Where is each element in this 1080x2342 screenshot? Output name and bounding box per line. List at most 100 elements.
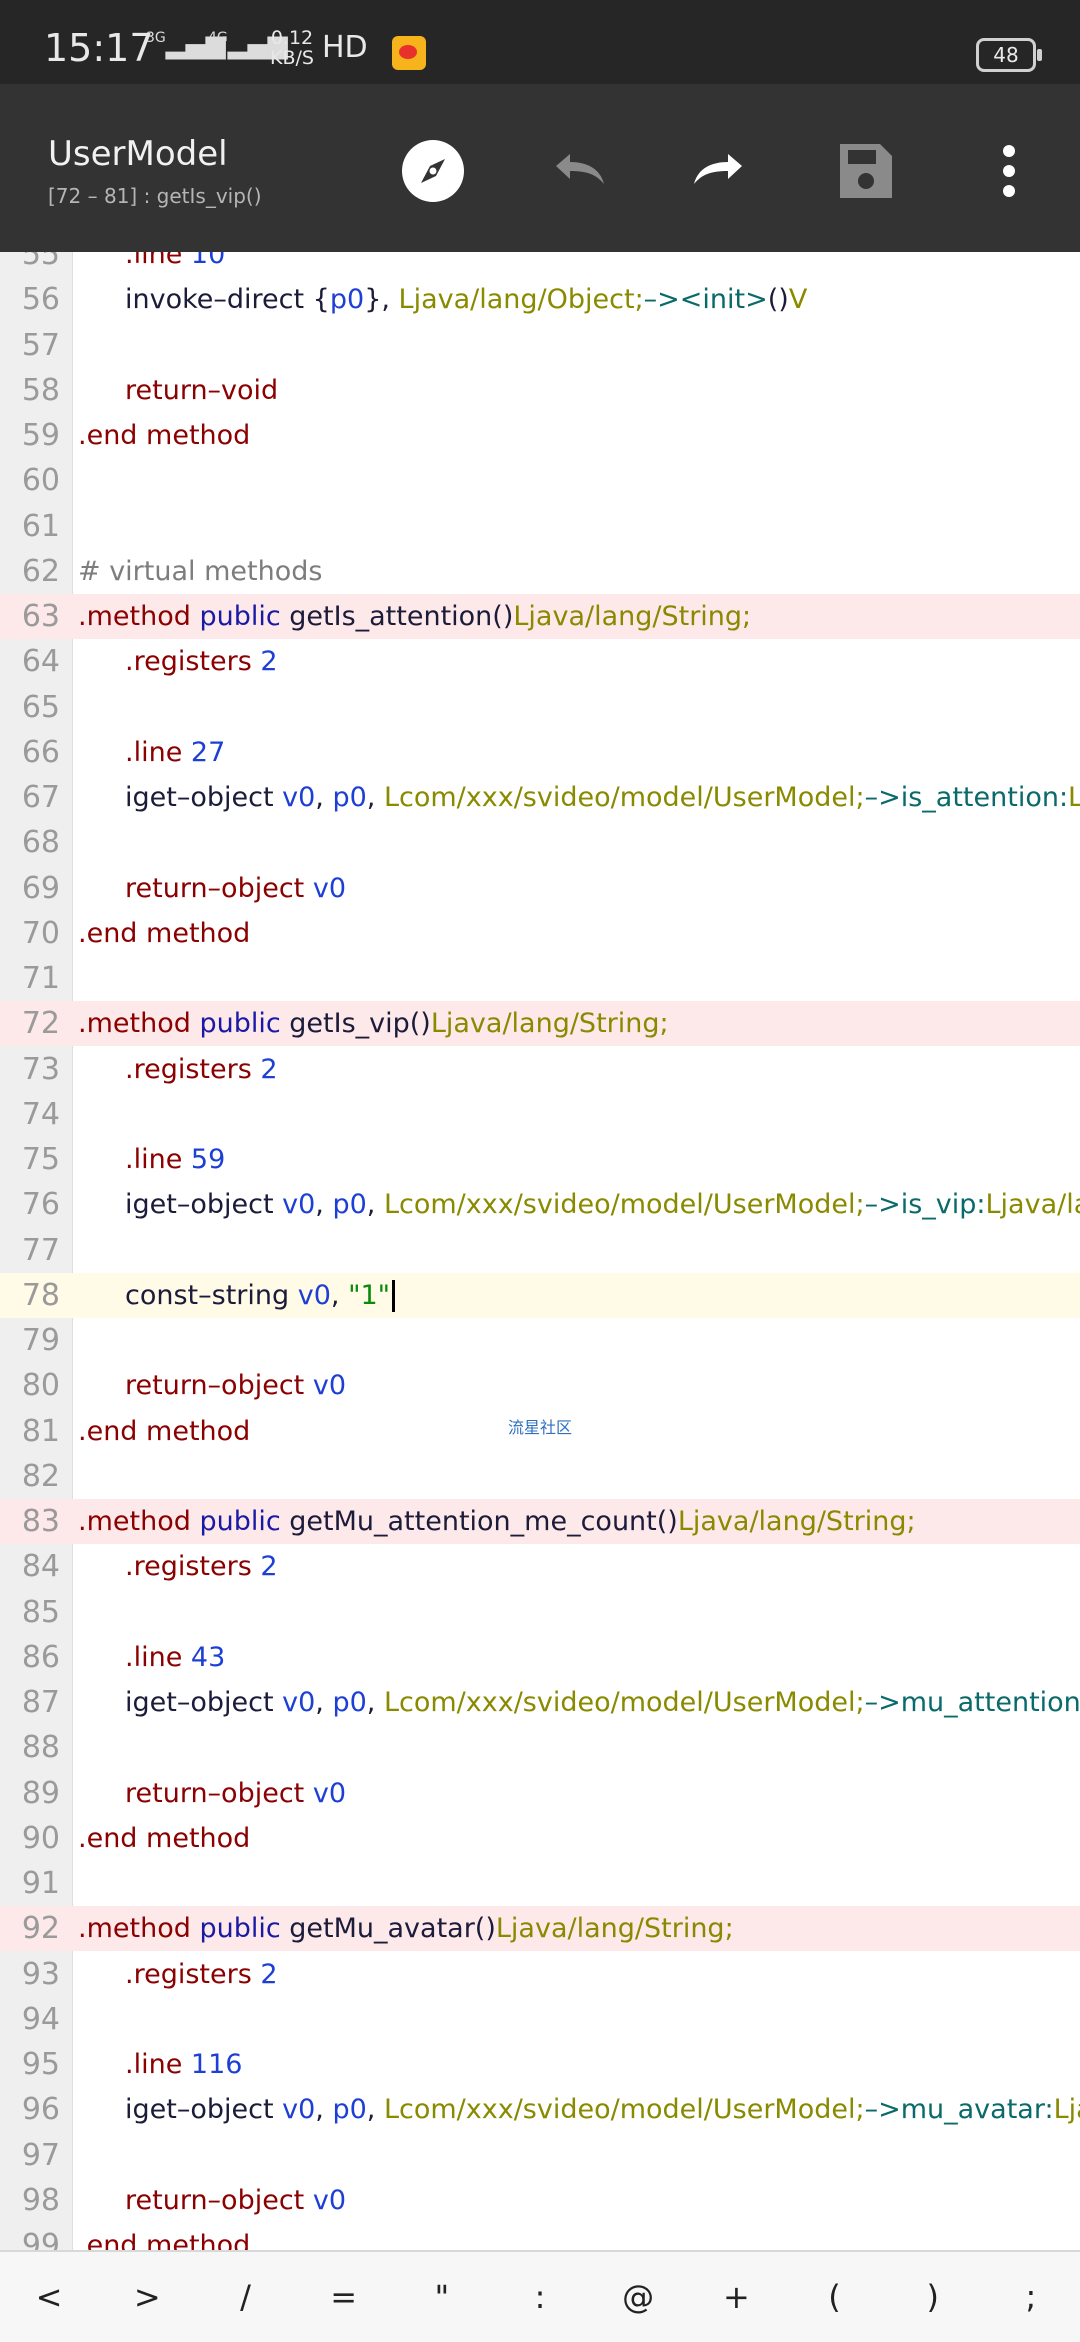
code-line[interactable]: 63 .method public getIs_attention()Ljava/… [0, 594, 1080, 639]
code-token: () [767, 284, 789, 316]
code-line[interactable]: 59 .end method [0, 413, 1080, 458]
code-token: iget–object [125, 2094, 283, 2126]
code-line[interactable]: 75 .line 59 [0, 1137, 1080, 1182]
code-line[interactable]: 83 .method public getMu_attention_me_coun… [0, 1499, 1080, 1544]
code-token: return–void [125, 374, 279, 406]
code-token: getMu_attention_me_count() [289, 1506, 678, 1537]
code-line[interactable]: 67 iget–object v0, p0, Lcom/xxx/svideo/mo… [0, 775, 1080, 820]
code-token: getIs_attention() [289, 601, 514, 632]
code-line[interactable]: 70 .end method [0, 911, 1080, 956]
code-text: iget–object v0, p0, Lcom/xxx/svideo/mode… [125, 775, 1080, 820]
code-line[interactable]: 60 [0, 458, 1080, 503]
code-line[interactable]: 79 [0, 1318, 1080, 1363]
symbol-key[interactable]: / [199, 2252, 291, 2342]
line-number: 61 [21, 508, 60, 544]
code-line[interactable]: 85 [0, 1590, 1080, 1635]
save-button[interactable] [830, 136, 900, 206]
code-line[interactable]: 58 return–void [0, 368, 1080, 413]
code-line[interactable]: 64 .registers 2 [0, 639, 1080, 684]
code-token: p0 [332, 2094, 367, 2126]
code-text: .method public getMu_attention_me_count(… [78, 1499, 916, 1544]
code-token: , [315, 782, 333, 813]
code-line[interactable]: 89 return–object v0 [0, 1771, 1080, 1816]
code-line[interactable]: 95 .line 116 [0, 2042, 1080, 2087]
symbol-key[interactable]: < [3, 2252, 95, 2342]
symbol-key[interactable]: ( [789, 2252, 881, 2342]
line-number: 73 [21, 1051, 60, 1087]
code-token: v0 [312, 1370, 347, 1402]
code-token: Lcom/xxx/svideo/model/UserModel; [383, 1189, 865, 1221]
code-token: Ljava/lang/String; [985, 1189, 1080, 1221]
symbol-key[interactable]: + [690, 2252, 782, 2342]
symbol-key[interactable]: = [298, 2252, 390, 2342]
code-line[interactable]: 62 # virtual methods [0, 549, 1080, 594]
code-token: Ljava/lang/String; [677, 1506, 916, 1537]
code-line[interactable]: 74 [0, 1092, 1080, 1137]
code-line[interactable]: 97 [0, 2133, 1080, 2178]
code-line[interactable]: 56 invoke–direct {p0}, Ljava/lang/Object;… [0, 277, 1080, 322]
code-line[interactable]: 98 return–object v0 [0, 2178, 1080, 2223]
line-number: 65 [21, 689, 60, 725]
code-line[interactable]: 65 [0, 685, 1080, 730]
line-number: 83 [21, 1504, 60, 1539]
code-line[interactable]: 84 .registers 2 [0, 1544, 1080, 1589]
code-line[interactable]: 96 iget–object v0, p0, Lcom/xxx/svideo/mo… [0, 2087, 1080, 2132]
code-editor[interactable]: 55 .line 10 56 invoke–direct {p0}, Ljava/la… [0, 252, 1080, 2250]
code-token: # virtual methods [78, 555, 323, 587]
code-line[interactable]: 72 .method public getIs_vip()Ljava/lang/S… [0, 1001, 1080, 1047]
navigate-button[interactable] [398, 136, 468, 206]
code-line[interactable]: 55 .line 10 [0, 252, 1080, 277]
code-line[interactable]: 88 [0, 1725, 1080, 1770]
code-line[interactable]: 66 .line 27 [0, 730, 1080, 775]
code-line[interactable]: 93 .registers 2 [0, 1952, 1080, 1997]
code-line[interactable]: 78 const–string v0, "1" [0, 1272, 1080, 1318]
code-token: .line [125, 1641, 191, 1673]
code-token: Ljava/lang/Object; [398, 284, 644, 316]
code-line[interactable]: 87 iget–object v0, p0, Lcom/xxx/svideo/mo… [0, 1680, 1080, 1725]
file-title: UserModel [48, 134, 228, 174]
code-line[interactable]: 69 return–object v0 [0, 866, 1080, 911]
code-line[interactable]: 77 [0, 1228, 1080, 1273]
code-token: v0 [297, 1279, 331, 1311]
line-number: 60 [21, 463, 60, 499]
code-line[interactable]: 91 [0, 1861, 1080, 1906]
code-text: .registers 2 [125, 639, 278, 684]
code-text: # virtual methods [78, 549, 322, 594]
line-number: 77 [21, 1232, 60, 1268]
code-token: –>is_attention: [864, 782, 1069, 813]
redo-button[interactable] [686, 136, 756, 206]
code-line[interactable]: 61 [0, 504, 1080, 549]
code-token: Ljava/lang/String; [513, 601, 752, 632]
code-line[interactable]: 90 .end method [0, 1816, 1080, 1861]
code-line[interactable]: 82 [0, 1454, 1080, 1499]
code-token: , [315, 1189, 333, 1221]
code-line[interactable]: 57 [0, 323, 1080, 368]
line-number: 59 [21, 418, 60, 453]
code-token: return–object [125, 1777, 313, 1809]
line-number: 72 [21, 1006, 60, 1042]
code-line[interactable]: 94 [0, 1997, 1080, 2042]
code-line[interactable]: 76 iget–object v0, p0, Lcom/xxx/svideo/mo… [0, 1182, 1080, 1227]
code-token: getMu_avatar() [289, 1913, 496, 1945]
code-text: .line 43 [125, 1635, 225, 1680]
code-line[interactable]: 80 return–object v0 [0, 1363, 1080, 1408]
symbol-key[interactable]: " [396, 2252, 488, 2342]
code-line[interactable]: 73 .registers 2 [0, 1047, 1080, 1092]
code-line[interactable]: 86 .line 43 [0, 1635, 1080, 1680]
code-line[interactable]: 71 [0, 956, 1080, 1001]
code-line[interactable]: 99 .end method [0, 2223, 1080, 2250]
more-options-button[interactable] [974, 136, 1044, 206]
code-text: return–object v0 [125, 1363, 346, 1408]
line-number: 89 [21, 1775, 60, 1811]
symbol-key[interactable]: @ [592, 2252, 684, 2342]
undo-button[interactable] [542, 136, 612, 206]
symbol-key[interactable]: ; [985, 2252, 1077, 2342]
status-bar: 15:17 3G▂▄▆ 4G▂▄▆ 0.12 KB/S HD 48 [0, 0, 1080, 84]
code-line[interactable]: 68 [0, 820, 1080, 865]
symbol-key[interactable]: > [101, 2252, 193, 2342]
symbol-key[interactable]: : [494, 2252, 586, 2342]
symbol-key[interactable]: ) [887, 2252, 979, 2342]
code-line[interactable]: 92 .method public getMu_avatar()Ljava/lan… [0, 1906, 1080, 1952]
code-token: .line [125, 1144, 191, 1175]
line-number: 76 [21, 1187, 60, 1223]
